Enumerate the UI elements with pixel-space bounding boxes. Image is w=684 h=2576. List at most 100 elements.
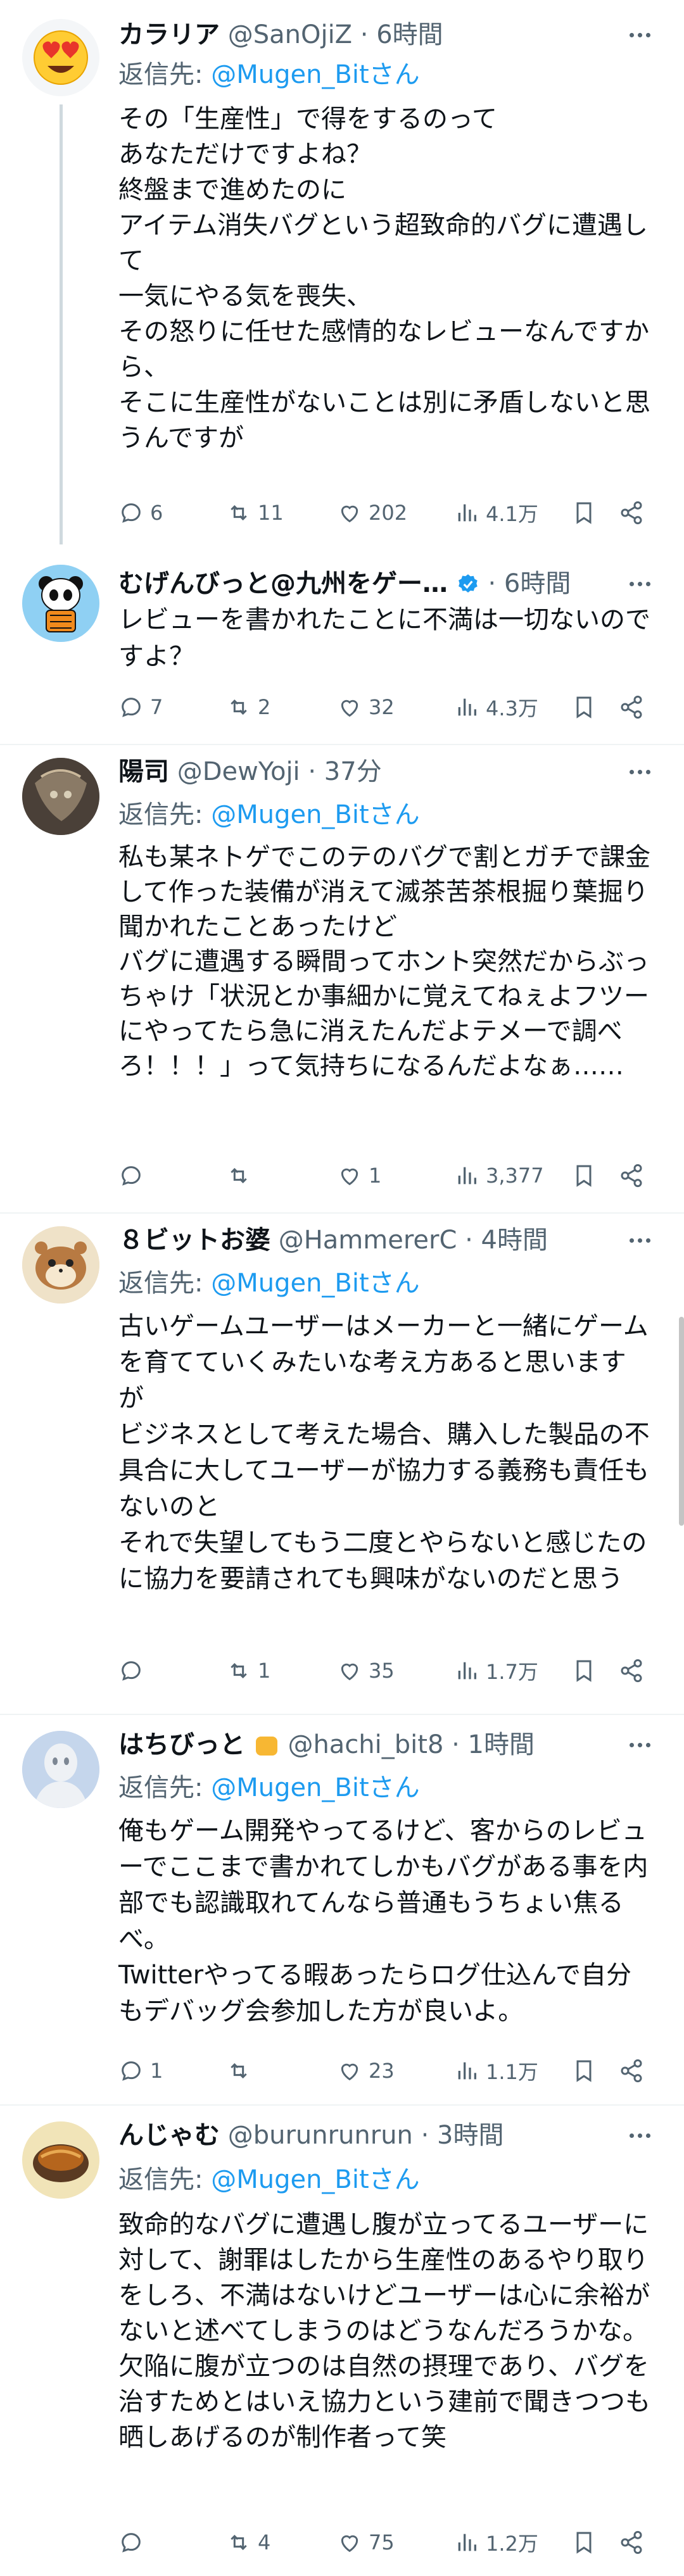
views-icon [458,504,476,522]
bookmark-button[interactable] [571,2055,597,2087]
avatar[interactable] [22,19,99,96]
action-bar: 7 2 32 4.3万 [118,691,669,723]
tweet-1[interactable]: カラリア @SanOjiZ · 6時間 返信先: @Mugen_Bitさん その… [0,0,684,557]
reply-icon [122,2061,141,2081]
display-name[interactable]: カラリア [118,20,220,49]
retweet-button[interactable]: 1 [226,1655,270,1687]
more-icon[interactable] [621,1732,659,1757]
handle-time[interactable]: @hachi_bit8 · 1時間 [288,1730,535,1759]
display-name[interactable]: 陽司 [118,757,169,786]
reply-to-link[interactable]: @Mugen_Bitさん [211,1269,419,1298]
handle-time[interactable]: @HammererC · 4時間 [279,1226,548,1255]
avatar[interactable] [22,1226,99,1304]
tweet-2[interactable]: むげんびっと@九州をゲー… · 6時間 レビューを書かれたことに不満は一切ないの… [0,557,684,744]
handle-time[interactable]: @SanOjiZ · 6時間 [228,20,443,49]
like-count: 202 [369,501,408,525]
retweet-button[interactable] [226,2055,258,2087]
like-button[interactable]: 23 [337,2055,395,2087]
share-button[interactable] [619,2055,644,2087]
handle-time[interactable]: @burunrunrun · 3時間 [228,2121,504,2150]
figure-avatar-icon [22,1731,99,1808]
bookmark-button[interactable] [571,497,597,529]
reply-to-line: 返信先: @Mugen_Bitさん [118,1769,420,1807]
reply-to-link[interactable]: @Mugen_Bitさん [211,60,419,89]
avatar[interactable] [22,1731,99,1808]
more-icon[interactable] [621,1228,659,1253]
reply-prefix: 返信先: [118,1269,212,1298]
retweet-icon [231,1662,247,1679]
retweet-count: 11 [258,501,284,525]
tweet-text: 私も某ネトゲでこのテのバグで割とガチで課金して作った装備が消えて滅茶苦茶根掘り葉… [118,843,650,1081]
views-icon [458,1167,476,1184]
dark-character-avatar-icon [22,758,99,835]
fist-emoji-icon [255,1737,277,1756]
views-button[interactable]: 1.1万 [454,2055,538,2087]
share-button[interactable] [619,2527,644,2558]
retweet-icon [231,1167,247,1184]
bookmark-button[interactable] [571,2527,597,2558]
like-button[interactable]: 32 [337,691,395,723]
reply-to-line: 返信先: @Mugen_Bitさん [118,2161,420,2199]
retweet-button[interactable]: 4 [226,2527,270,2558]
reply-button[interactable]: 6 [118,497,163,529]
reply-button[interactable] [118,1655,150,1687]
bookmark-button[interactable] [571,1655,597,1687]
views-icon [458,698,476,716]
display-name[interactable]: むげんびっと@九州をゲー… [118,569,448,598]
views-count: 1.7万 [486,1660,538,1684]
more-icon[interactable] [621,22,659,47]
more-icon[interactable] [621,571,659,596]
tweet-5[interactable]: はちびっと @hachi_bit8 · 1時間 返信先: @Mugen_Bitさ… [0,1715,684,2104]
handle-time[interactable]: · 6時間 [488,569,571,598]
share-button[interactable] [619,1655,644,1687]
display-name[interactable]: はちびっと [118,1730,245,1759]
reply-button[interactable]: 1 [118,2055,163,2087]
tweet-6[interactable]: んじゃむ @burunrunrun · 3時間 返信先: @Mugen_Bitさ… [0,2106,684,2576]
tweet-3[interactable]: 陽司 @DewYoji · 37分 返信先: @Mugen_Bitさん 私も某ネ… [0,745,684,1214]
avatar[interactable] [22,565,99,642]
views-button[interactable]: 4.1万 [454,497,538,529]
retweet-button[interactable]: 11 [226,497,284,529]
like-button[interactable]: 75 [337,2527,395,2558]
reply-to-link[interactable]: @Mugen_Bitさん [211,1773,419,1802]
reply-to-link[interactable]: @Mugen_Bitさん [211,800,419,829]
reply-icon [122,1661,141,1681]
handle-time[interactable]: @DewYoji · 37分 [177,757,382,786]
avatar[interactable] [22,758,99,835]
views-button[interactable]: 1.7万 [454,1655,538,1687]
more-icon[interactable] [621,759,659,784]
views-button[interactable]: 3,377 [454,1160,544,1191]
avatar[interactable] [22,2121,99,2199]
share-button[interactable] [619,1160,644,1191]
share-icon [621,1659,642,1683]
views-button[interactable]: 1.2万 [454,2527,538,2558]
like-button[interactable]: 202 [337,497,407,529]
tweet-text: 俺もゲーム開発やってるけど、客からのレビューでここまで書かれてしかもバグがある事… [118,1816,649,2026]
display-name[interactable]: ８ビットお婆 [118,1226,270,1255]
reply-button[interactable] [118,1160,150,1191]
share-button[interactable] [619,691,644,723]
views-count: 3,377 [486,1164,544,1188]
reply-button[interactable]: 7 [118,691,163,723]
views-icon [458,2062,476,2080]
reply-count: 1 [150,2059,163,2083]
reply-to-link[interactable]: @Mugen_Bitさん [211,2165,419,2194]
retweet-button[interactable]: 2 [226,691,270,723]
views-button[interactable]: 4.3万 [454,691,538,723]
reply-button[interactable] [118,2527,150,2558]
share-button[interactable] [619,497,644,529]
share-icon [621,2530,642,2554]
like-button[interactable]: 1 [337,1160,381,1191]
reply-to-line: 返信先: @Mugen_Bitさん [118,56,420,94]
like-button[interactable]: 35 [337,1655,395,1687]
more-icon[interactable] [621,2123,659,2148]
tweet-text: その「生産性」で得をするのって あなただけですよね？ 終盤まで進めたのに アイテ… [118,104,650,453]
share-icon [621,695,642,719]
bookmark-button[interactable] [571,1160,597,1191]
bookmark-button[interactable] [571,691,597,723]
retweet-button[interactable] [226,1160,258,1191]
display-name[interactable]: んじゃむ [118,2121,220,2150]
scrollbar[interactable] [679,1317,684,1526]
reply-icon [122,698,141,717]
tweet-4[interactable]: ８ビットお婆 @HammererC · 4時間 返信先: @Mugen_Bitさ… [0,1214,684,1714]
